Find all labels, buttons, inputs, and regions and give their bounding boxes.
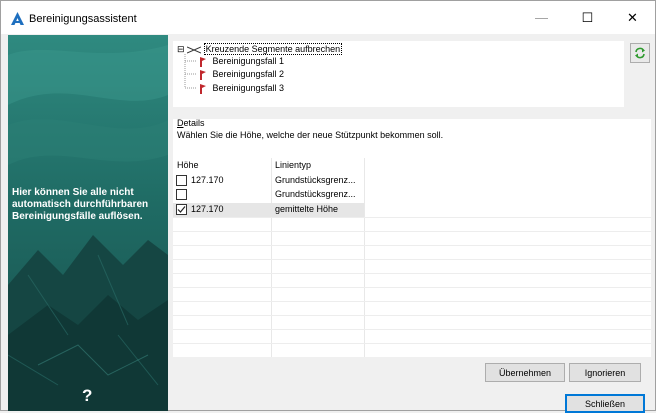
sidebar-info-text: Hier können Sie alle nicht automatisch d… [12, 187, 149, 222]
row-divider [173, 259, 651, 260]
details-legend-rest: etails [183, 118, 205, 128]
window-title: Bereinigungsassistent [29, 13, 137, 25]
close-button[interactable]: Schließen [565, 394, 645, 413]
refresh-icon [635, 47, 645, 59]
elevation-table: Höhe Linientyp 127.170 Grundstücksgrenz.… [173, 158, 651, 357]
table-row[interactable]: 127.170 Grundstücksgrenz... [173, 174, 651, 188]
row-divider [173, 273, 651, 274]
row-divider [173, 343, 651, 344]
ignore-button[interactable]: Ignorieren [569, 363, 641, 382]
tree-root-label: Kreuzende Segmente aufbrechen [203, 43, 343, 55]
row-divider [173, 245, 651, 246]
row-divider [173, 315, 651, 316]
row-checkbox[interactable] [176, 175, 187, 186]
wizard-window: Bereinigungsassistent — ☐ ✕ Hier können … [0, 0, 656, 413]
close-window-button[interactable]: ✕ [610, 1, 655, 34]
case-flag-icon [200, 69, 206, 80]
tree-item-bereinigungsfall-3[interactable]: Bereinigungsfall 3 [199, 82, 284, 94]
app-logo-icon [11, 12, 24, 25]
cell-linientyp: gemittelte Höhe [275, 204, 339, 214]
tree-item-label: Bereinigungsfall 1 [212, 56, 285, 66]
refresh-button[interactable] [630, 43, 650, 63]
details-legend: Details [177, 118, 205, 128]
details-panel: Details Wählen Sie die Höhe, welche der … [173, 118, 651, 161]
maximize-button[interactable]: ☐ [565, 1, 610, 34]
cell-linientyp: Grundstücksgrenz... [275, 189, 356, 199]
tree-item-label: Bereinigungsfall 3 [212, 83, 285, 93]
wizard-sidebar: Hier können Sie alle nicht automatisch d… [8, 35, 168, 411]
case-flag-icon [200, 56, 206, 67]
sidebar-background-image [8, 35, 168, 411]
cell-hoehe: 127.170 [191, 175, 224, 185]
tree-item-bereinigungsfall-2[interactable]: Bereinigungsfall 2 [199, 68, 284, 80]
tree-item-bereinigungsfall-1[interactable]: Bereinigungsfall 1 [199, 55, 284, 67]
row-divider [173, 329, 651, 330]
row-divider [173, 231, 651, 232]
row-divider [173, 301, 651, 302]
case-flag-icon [200, 83, 206, 94]
title-bar: Bereinigungsassistent — ☐ ✕ [1, 1, 655, 34]
details-instruction: Wählen Sie die Höhe, welche der neue Stü… [177, 130, 444, 140]
table-row-selected[interactable]: 127.170 gemittelte Höhe [173, 203, 364, 217]
cell-hoehe: 127.170 [191, 204, 224, 214]
help-button[interactable]: ? [82, 386, 92, 406]
row-checkbox[interactable] [176, 189, 187, 200]
tree-view[interactable]: ⊟ Kreuzende Segmente aufbrechen Bereinig… [173, 41, 624, 107]
row-checkbox-checked[interactable] [176, 204, 187, 215]
check-icon [177, 206, 186, 213]
tree-item-label: Bereinigungsfall 2 [212, 69, 285, 79]
row-divider [173, 287, 651, 288]
apply-button[interactable]: Übernehmen [485, 363, 565, 382]
cell-linientyp: Grundstücksgrenz... [275, 175, 356, 185]
row-divider [173, 217, 651, 218]
minimize-button[interactable]: — [519, 1, 564, 34]
column-header-hoehe[interactable]: Höhe [177, 160, 199, 170]
column-header-linientyp[interactable]: Linientyp [275, 160, 311, 170]
table-row[interactable]: Grundstücksgrenz... [173, 188, 651, 202]
